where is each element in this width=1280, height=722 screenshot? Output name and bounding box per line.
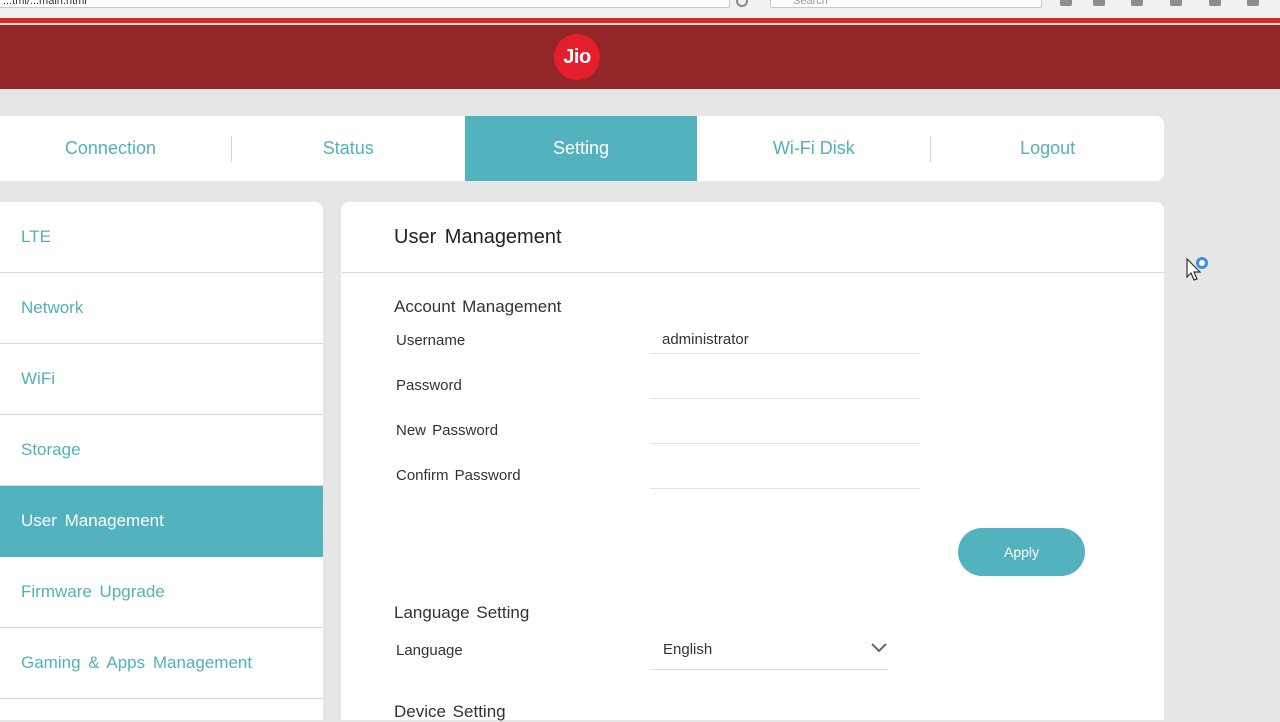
home-icon[interactable] [1209, 0, 1221, 6]
sidebar-item-wifi[interactable]: WiFi [0, 344, 323, 415]
reload-icon[interactable] [736, 0, 748, 7]
confirm-password-field[interactable] [650, 461, 920, 489]
sidebar-item-lte[interactable]: LTE [0, 202, 323, 273]
tab-connection[interactable]: Connection [0, 116, 231, 181]
new-password-label: New Password [396, 422, 499, 439]
title-divider [341, 272, 1164, 273]
chevron-down-icon [871, 643, 887, 653]
sidebar-item-user-management[interactable]: User Management [0, 486, 323, 557]
browser-search-field[interactable]: Search [770, 0, 1042, 8]
download-icon[interactable] [1247, 0, 1259, 6]
content-panel: User Management Account Management Usern… [341, 202, 1164, 721]
reading-list-icon[interactable] [1093, 0, 1105, 6]
username-field[interactable] [650, 326, 920, 354]
pocket-icon[interactable] [1170, 0, 1182, 6]
url-bar[interactable]: ...tml/...main.html [0, 0, 730, 8]
language-select[interactable]: English [650, 635, 888, 670]
page-title: User Management [394, 226, 562, 248]
browser-toolbar: ...tml/...main.html Search [0, 0, 1280, 19]
confirm-password-label: Confirm Password [396, 467, 521, 484]
sidebar-item-gaming-apps-management[interactable]: Gaming & Apps Management [0, 628, 323, 699]
language-setting-heading: Language Setting [394, 603, 530, 622]
language-label: Language [396, 642, 463, 659]
tab-setting[interactable]: Setting [464, 116, 698, 181]
bookmark-star-icon[interactable] [1060, 0, 1072, 6]
sidebar-item-network[interactable]: Network [0, 273, 323, 344]
new-password-field[interactable] [650, 416, 920, 444]
top-navigation: Connection Status Setting Wi-Fi Disk Log… [0, 116, 1164, 181]
header-accent-line [0, 18, 1280, 23]
password-label: Password [396, 377, 462, 394]
sidebar-item-storage[interactable]: Storage [0, 415, 323, 486]
sync-icon[interactable] [1131, 0, 1143, 6]
password-field[interactable] [650, 371, 920, 399]
header-bar: Jio [0, 25, 1280, 89]
device-setting-heading: Device Setting [394, 702, 506, 721]
tab-wifi-disk[interactable]: Wi-Fi Disk [697, 116, 930, 181]
account-management-heading: Account Management [394, 297, 562, 316]
sidebar: LTE Network WiFi Storage User Management… [0, 202, 323, 720]
mouse-pointer-icon [1186, 257, 1208, 281]
tab-logout[interactable]: Logout [931, 116, 1164, 181]
username-label: Username [396, 332, 466, 349]
tab-status[interactable]: Status [232, 116, 465, 181]
jio-logo: Jio [554, 34, 600, 80]
apply-button[interactable]: Apply [958, 528, 1085, 576]
sidebar-item-firmware-upgrade[interactable]: Firmware Upgrade [0, 557, 323, 628]
language-select-value: English [663, 641, 713, 658]
